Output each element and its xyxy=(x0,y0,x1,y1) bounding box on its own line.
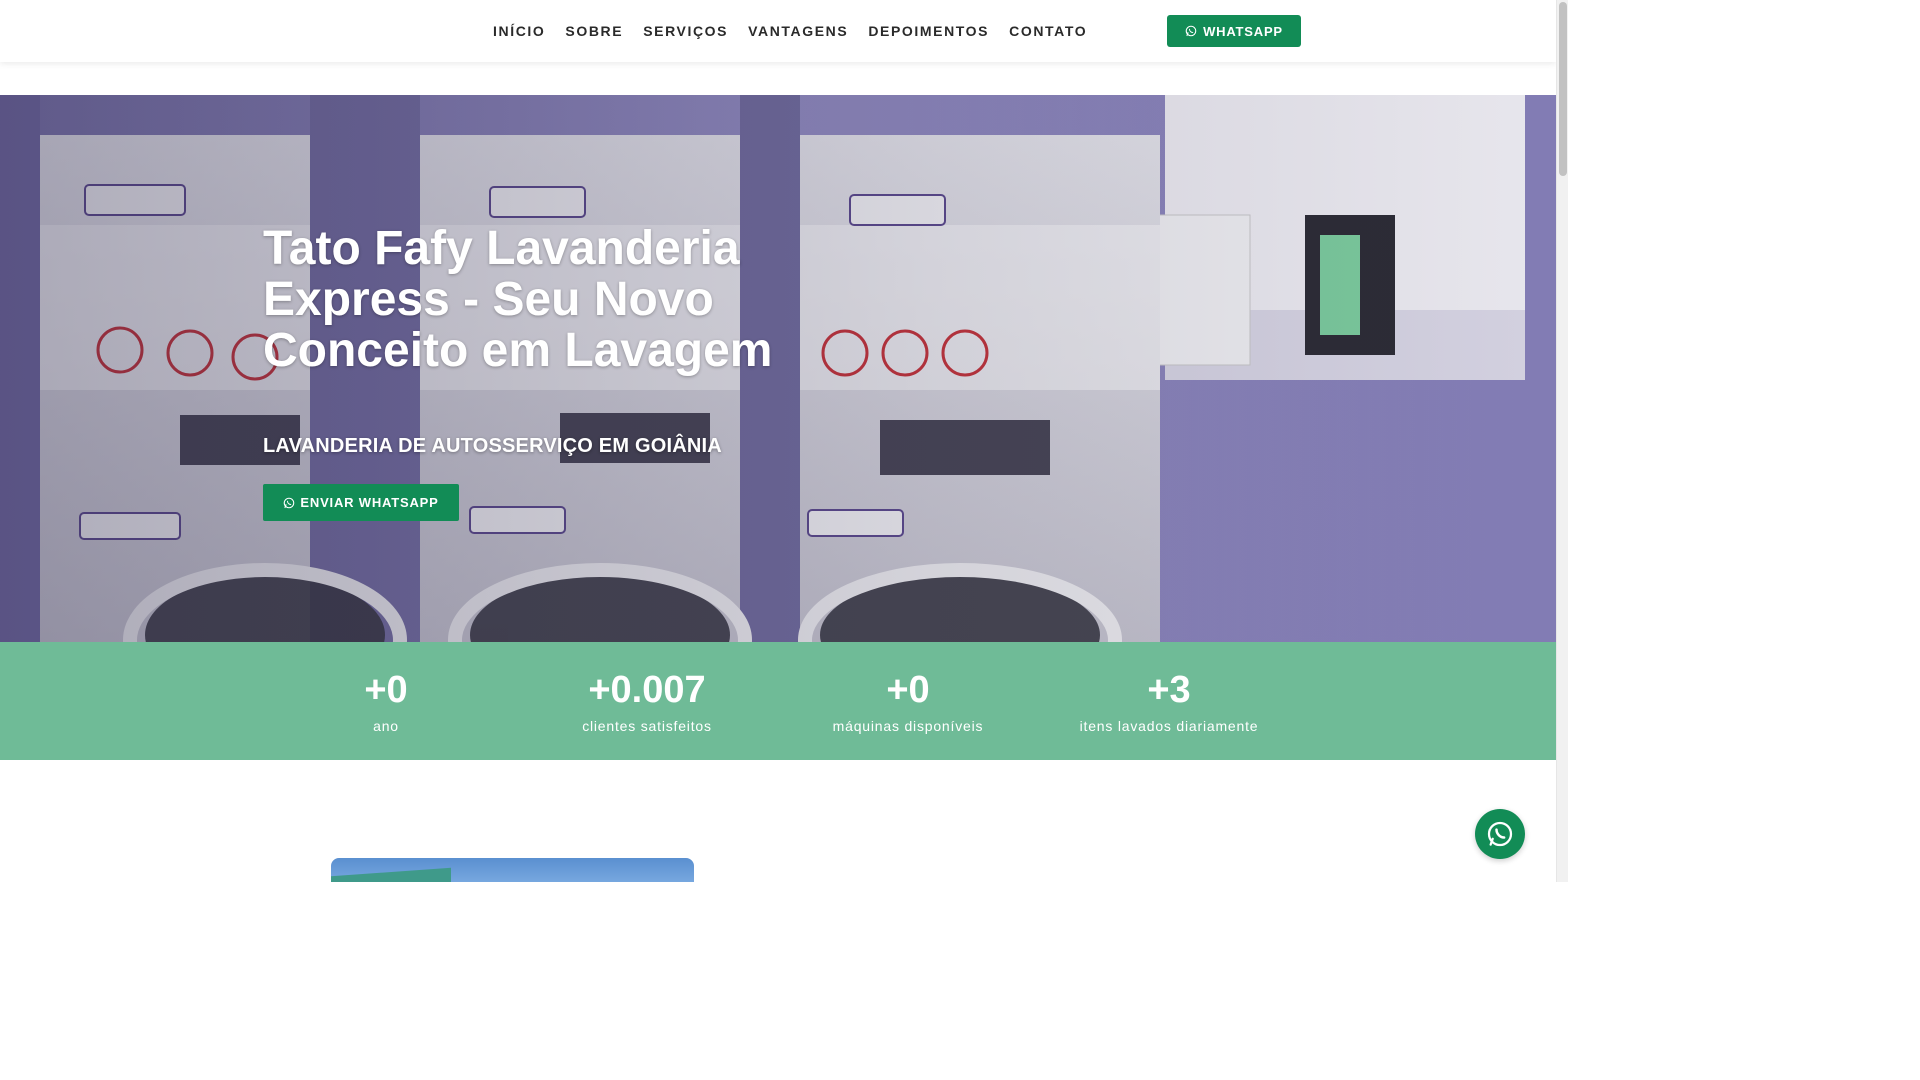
main-nav: INÍCIO SOBRE SERVIÇOS VANTAGENS DEPOIMEN… xyxy=(483,0,1097,62)
stat-label: clientes satisfeitos xyxy=(582,718,712,734)
nav-inicio[interactable]: INÍCIO xyxy=(483,23,555,39)
hero-title: Tato Fafy Lavanderia Express - Seu Novo … xyxy=(263,222,773,377)
header-whatsapp-button[interactable]: WHATSAPP xyxy=(1167,15,1301,47)
hero-section: Tato Fafy Lavanderia Express - Seu Novo … xyxy=(0,95,1556,642)
send-whatsapp-button[interactable]: ENVIAR WHATSAPP xyxy=(263,484,459,521)
stat-label: ano xyxy=(373,718,399,734)
stat-label: itens lavados diariamente xyxy=(1079,718,1259,734)
site-header: INÍCIO SOBRE SERVIÇOS VANTAGENS DEPOIMEN… xyxy=(0,0,1556,62)
send-whatsapp-label: ENVIAR WHATSAPP xyxy=(300,495,439,510)
header-whatsapp-label: WHATSAPP xyxy=(1203,23,1283,39)
about-image-detail xyxy=(331,867,451,882)
nav-contato[interactable]: CONTATO xyxy=(999,23,1097,39)
stat-value: +0 xyxy=(364,669,408,711)
nav-servicos[interactable]: SERVIÇOS xyxy=(633,23,738,39)
stat-machines: +0 máquinas disponíveis xyxy=(788,668,1028,734)
stat-value: +0.007 xyxy=(588,669,706,711)
stat-value: +3 xyxy=(1147,669,1191,711)
stat-value: +0 xyxy=(886,669,930,711)
stat-clients: +0.007 clientes satisfeitos xyxy=(527,668,767,734)
page: INÍCIO SOBRE SERVIÇOS VANTAGENS DEPOIMEN… xyxy=(0,0,1556,882)
about-image xyxy=(331,858,694,882)
nav-sobre[interactable]: SOBRE xyxy=(555,23,633,39)
vertical-scrollbar[interactable] xyxy=(1556,0,1568,882)
stat-items: +3 itens lavados diariamente xyxy=(1049,668,1289,734)
floating-whatsapp-button[interactable] xyxy=(1475,809,1525,859)
nav-vantagens[interactable]: VANTAGENS xyxy=(738,23,858,39)
stats-band: +0 ano +0.007 clientes satisfeitos +0 má… xyxy=(0,642,1556,760)
whatsapp-icon xyxy=(1487,821,1513,847)
hero-subtitle: LAVANDERIA DE AUTOSSERVIÇO EM GOIÂNIA xyxy=(263,435,722,457)
nav-depoimentos[interactable]: DEPOIMENTOS xyxy=(858,23,999,39)
scrollbar-thumb[interactable] xyxy=(1559,2,1567,176)
stat-years: +0 ano xyxy=(266,668,506,734)
whatsapp-icon xyxy=(284,497,295,508)
whatsapp-icon xyxy=(1185,25,1197,37)
stat-label: máquinas disponíveis xyxy=(832,718,984,734)
